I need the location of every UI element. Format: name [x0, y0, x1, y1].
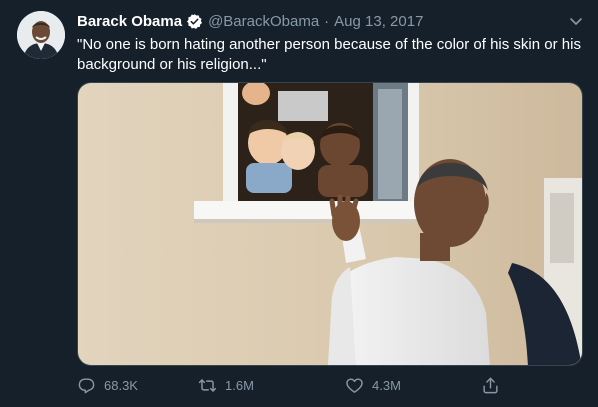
author-handle[interactable]: @BarackObama [208, 13, 319, 30]
action-bar: 68.3K 1.6M 4.3M [77, 374, 507, 396]
tweet-text: "No one is born hating another person be… [77, 36, 581, 73]
retweet-button[interactable]: 1.6M [198, 374, 254, 396]
reply-button[interactable]: 68.3K [77, 374, 138, 396]
reply-icon [78, 377, 95, 393]
retweet-icon [198, 378, 217, 392]
avatar-image [17, 11, 65, 59]
photo-image [78, 83, 582, 365]
chevron-down-icon[interactable] [568, 13, 584, 29]
heart-icon [346, 377, 363, 393]
tweet-photo[interactable] [77, 82, 583, 366]
like-button[interactable]: 4.3M [345, 374, 401, 396]
share-icon [483, 377, 498, 393]
author-name[interactable]: Barack Obama [77, 13, 182, 30]
tweet-card[interactable]: Barack Obama @BarackObama · Aug 13, 2017… [0, 0, 598, 407]
share-button[interactable] [481, 374, 508, 396]
retweet-count: 1.6M [225, 377, 254, 393]
tweet-date[interactable]: Aug 13, 2017 [334, 13, 423, 30]
avatar[interactable] [17, 11, 65, 59]
verified-badge-icon [186, 13, 203, 30]
like-count: 4.3M [372, 377, 401, 393]
separator-dot: · [324, 12, 330, 30]
tweet-header: Barack Obama @BarackObama · Aug 13, 2017 [77, 11, 423, 31]
reply-count: 68.3K [104, 377, 138, 393]
